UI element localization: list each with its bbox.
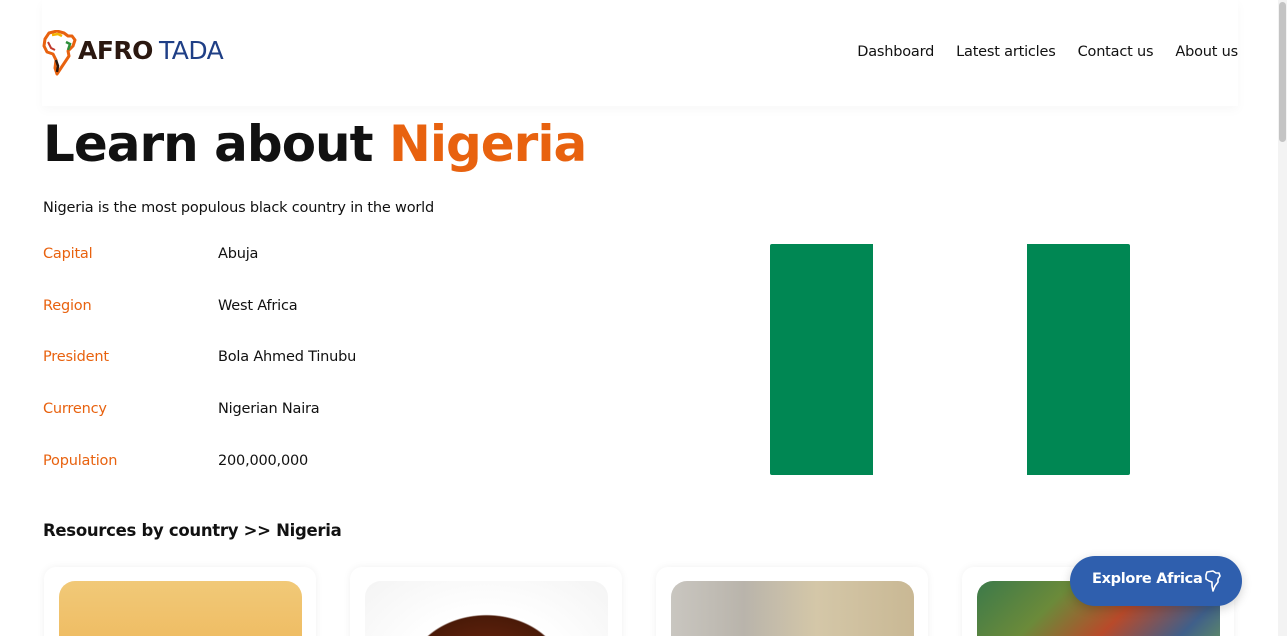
nav-latest-articles[interactable]: Latest articles — [956, 44, 1056, 60]
fact-label: Region — [43, 297, 92, 314]
flag-stripe-right — [1027, 244, 1130, 475]
fact-value: Bola Ahmed Tinubu — [218, 349, 357, 366]
food-dish-photo-image — [365, 581, 608, 636]
flag-stripe-left — [770, 244, 873, 475]
explore-africa-label: Explore Africa — [1092, 571, 1203, 587]
portrait-photo-image — [59, 581, 302, 636]
fact-label: Population — [43, 452, 118, 469]
africa-map-icon — [1205, 570, 1221, 592]
page: AFRO TADA Dashboard Latest articles Conta… — [0, 0, 1287, 636]
fact-value: West Africa — [218, 297, 298, 314]
nav-about-us[interactable]: About us — [1175, 44, 1238, 60]
resources-heading: Resources by country >> Nigeria — [43, 521, 342, 540]
fact-value: Abuja — [218, 246, 259, 262]
site-header: AFRO TADA Dashboard Latest articles Conta… — [42, 0, 1238, 106]
page-scrollbar[interactable] — [1278, 0, 1287, 636]
logo-text-tada: TADA — [158, 36, 224, 65]
fact-label: President — [43, 349, 109, 366]
title-country: Nigeria — [388, 115, 587, 173]
nav-contact-us[interactable]: Contact us — [1078, 44, 1154, 60]
country-description: Nigeria is the most populous black count… — [43, 200, 434, 216]
flag-stripe-middle — [873, 244, 1027, 475]
fact-value: 200,000,000 — [218, 452, 309, 469]
fact-row-president: President Bola Ahmed Tinubu — [43, 347, 443, 399]
africa-logo-icon — [42, 30, 77, 76]
fact-label: Currency — [43, 401, 107, 418]
nav-dashboard[interactable]: Dashboard — [857, 44, 934, 60]
main-nav: Dashboard Latest articles Contact us Abo… — [857, 44, 1238, 60]
page-title: Learn about Nigeria — [43, 112, 587, 176]
resource-card[interactable] — [350, 567, 622, 636]
fact-row-region: Region West Africa — [43, 296, 443, 348]
resource-card[interactable] — [44, 567, 316, 636]
fact-row-currency: Currency Nigerian Naira — [43, 399, 443, 451]
site-logo[interactable]: AFRO TADA — [42, 30, 224, 76]
fact-label: Capital — [43, 246, 93, 262]
logo-text-afro: AFRO — [78, 36, 153, 65]
nigeria-flag — [770, 244, 1130, 475]
fact-value: Nigerian Naira — [218, 401, 320, 418]
fact-row-population: Population 200,000,000 — [43, 451, 443, 503]
scrollbar-thumb[interactable] — [1279, 2, 1286, 142]
country-facts: Capital Abuja Region West Africa Preside… — [43, 244, 443, 502]
title-prefix: Learn about — [43, 115, 374, 173]
fact-row-capital: Capital Abuja — [43, 244, 443, 296]
logo-wordmark: AFRO TADA — [78, 36, 224, 66]
explore-africa-button[interactable]: Explore Africa — [1070, 556, 1242, 606]
resource-card[interactable] — [656, 567, 928, 636]
person-photo-image — [671, 581, 914, 636]
